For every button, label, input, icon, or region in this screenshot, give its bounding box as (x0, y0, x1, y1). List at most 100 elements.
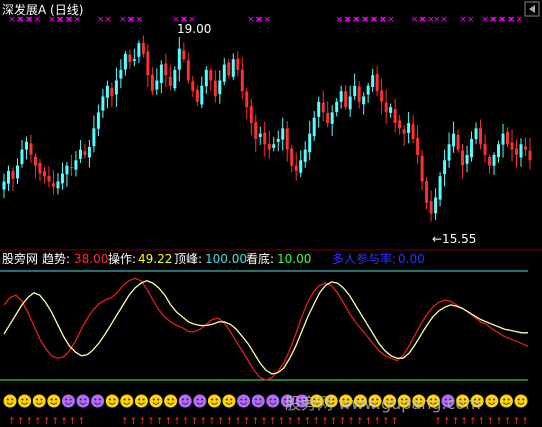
face-eye (493, 398, 495, 401)
participation-value: 0.00 (398, 252, 425, 266)
candle-body (474, 128, 478, 140)
signal-marker: ×× (459, 15, 474, 25)
candle-body (177, 48, 181, 70)
candle-body (456, 134, 460, 150)
face-circle (32, 394, 46, 408)
candle-body (371, 75, 375, 87)
candle-body (51, 183, 55, 187)
operation-value: 49.22 (138, 252, 172, 266)
signal-arrow: ↑ (286, 417, 294, 427)
face-eye (522, 398, 525, 401)
signal-arrow: ↑ (147, 417, 155, 427)
face-circle (91, 394, 105, 408)
candle-body (200, 85, 204, 105)
signal-arrow: ↑ (478, 417, 486, 427)
candle-body (119, 69, 123, 79)
candle-body (191, 81, 195, 92)
signal-arrow: ↑ (460, 417, 468, 427)
high-price-label: 19.00 (177, 22, 211, 36)
face-circle (61, 394, 75, 408)
face-circle (120, 394, 134, 408)
candle-body (33, 156, 37, 166)
signal-arrow: ↑ (252, 417, 260, 427)
candle-body (83, 151, 87, 155)
face-eye (142, 398, 145, 401)
face-eye (152, 398, 155, 401)
face-circle (499, 394, 513, 408)
signal-arrow: ↑ (321, 417, 329, 427)
candle-body (69, 166, 73, 169)
face-icon (18, 394, 32, 408)
signal-arrow: ↑ (443, 417, 451, 427)
candle-body (20, 149, 24, 165)
candle-body (308, 133, 312, 153)
candle-body (60, 173, 64, 184)
candle-body (429, 201, 433, 214)
signal-arrow: ↑ (156, 417, 164, 427)
face-circle (105, 394, 119, 408)
candle-body (213, 80, 217, 97)
candle-body (326, 112, 330, 124)
face-circle (207, 394, 221, 408)
candle-body (47, 175, 51, 182)
face-eye (138, 398, 141, 401)
face-icon (149, 394, 163, 408)
candle-body (380, 90, 384, 102)
signal-arrow: ↑ (208, 417, 216, 427)
signal-arrow: ↑ (199, 417, 207, 427)
candle-body (42, 171, 46, 177)
participation-label: 多人参与率: (332, 251, 396, 266)
face-eye (255, 398, 257, 401)
candle-body (258, 133, 262, 137)
face-icon (61, 394, 75, 408)
candle-body (249, 106, 253, 124)
candle-body (402, 129, 406, 134)
candle-body (164, 63, 168, 76)
face-circle (178, 394, 192, 408)
candle-body (497, 144, 501, 158)
candle-body (384, 102, 388, 113)
signal-arrow: ↑ (25, 417, 33, 427)
candle-body (344, 91, 348, 108)
candle-body (159, 64, 163, 84)
face-eye (21, 398, 24, 401)
signal-arrow: ↑ (347, 417, 355, 427)
candle-body (101, 96, 105, 111)
candle-body (411, 124, 415, 139)
signal-arrow: ↑ (356, 417, 364, 427)
candle-body (204, 69, 208, 87)
candle-body (105, 85, 109, 98)
face-eye (50, 398, 53, 401)
signal-arrow: ↑ (495, 417, 503, 427)
scroll-arrow-icon[interactable] (524, 1, 540, 17)
face-icon (485, 394, 499, 408)
face-eye (211, 398, 214, 401)
candle-body (272, 144, 276, 148)
face-circle (514, 394, 528, 408)
face-eye (123, 398, 126, 401)
candle-body (353, 85, 357, 97)
face-circle (149, 394, 163, 408)
candle-body (294, 165, 298, 171)
face-circle (251, 394, 265, 408)
candle-body (519, 144, 523, 158)
face-icon (514, 394, 528, 408)
candle-body (492, 154, 496, 166)
face-eye (55, 398, 57, 401)
candle-body (470, 138, 474, 158)
face-eye (25, 398, 28, 401)
watermark: 股旁网 www.gupang.com (285, 394, 481, 413)
face-icon (134, 394, 148, 408)
candle-body (137, 43, 141, 57)
candle-body (524, 146, 528, 150)
face-icon (251, 394, 265, 408)
face-icon (164, 394, 178, 408)
signal-arrow: ↑ (487, 417, 495, 427)
candle-body (218, 80, 222, 95)
signal-arrow: ↑ (504, 417, 512, 427)
face-eye (69, 398, 72, 401)
face-eye (244, 398, 247, 401)
face-circle (237, 394, 251, 408)
candle-body (96, 112, 100, 129)
candle-body (407, 123, 411, 134)
